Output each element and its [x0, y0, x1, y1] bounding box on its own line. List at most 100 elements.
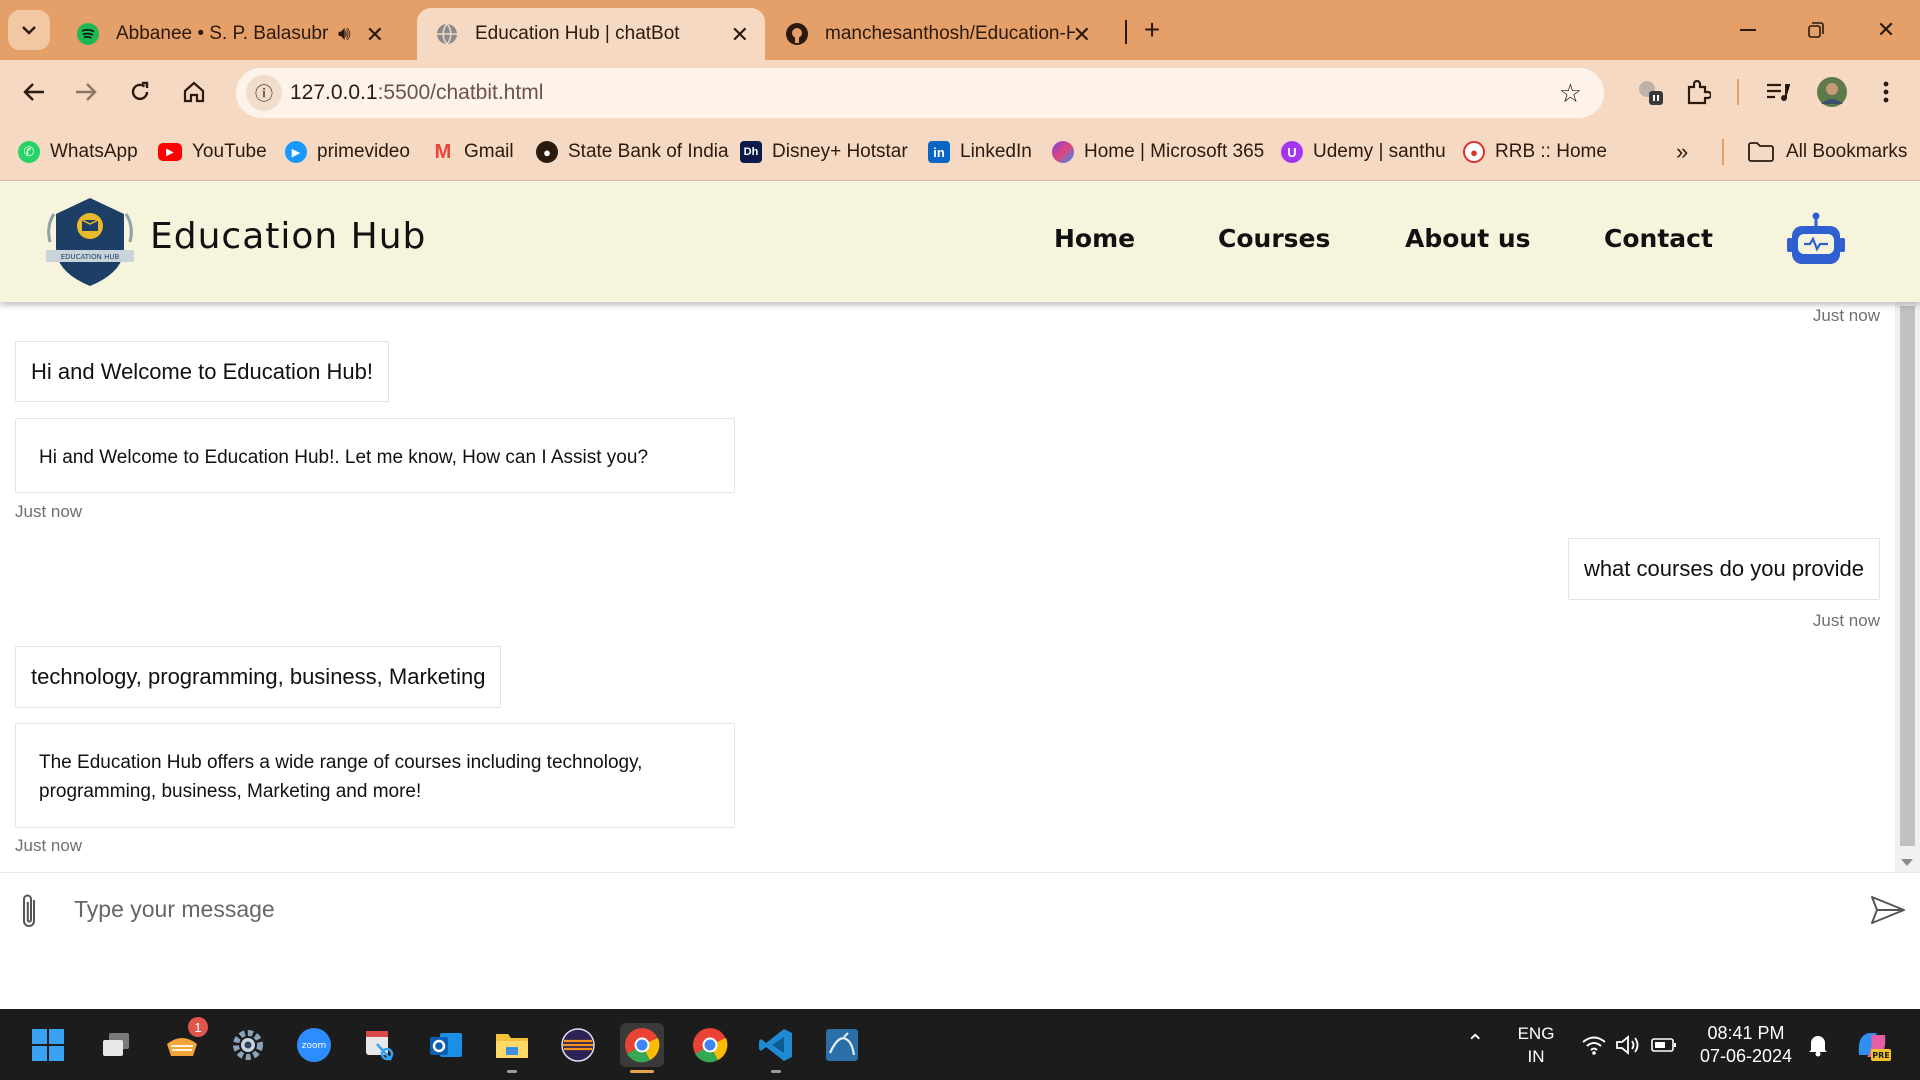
tab-github[interactable]: manchesanthosh/Education-Hub ✕ — [767, 8, 1107, 60]
linkedin-icon: in — [928, 141, 950, 163]
education-hub-logo[interactable]: EDUCATION HUB — [40, 196, 140, 288]
battery-icon[interactable] — [1642, 1023, 1686, 1067]
bookmarks-overflow-button[interactable]: » — [1676, 136, 1688, 168]
media-queue-icon[interactable] — [1758, 72, 1798, 112]
message-composer — [0, 872, 1920, 1009]
running-indicator — [771, 1070, 781, 1073]
bookmark-label: State Bank of India — [568, 141, 729, 162]
message-timestamp: Just now — [15, 836, 83, 855]
tab-separator — [1125, 20, 1127, 44]
chrome-taskbar-icon[interactable] — [620, 1023, 664, 1073]
nav-courses[interactable]: Courses — [1218, 224, 1330, 253]
bookmarks-bar: ✆ WhatsApp ▶ YouTube ▶ primevideo M Gmai… — [0, 123, 1920, 181]
restore-icon — [1808, 22, 1824, 38]
windows-logo-icon — [32, 1029, 64, 1061]
bookmark-label: YouTube — [192, 141, 267, 162]
forward-button[interactable] — [64, 70, 108, 114]
paperclip-icon[interactable] — [16, 891, 44, 931]
bookmark-udemy[interactable]: U Udemy | santhu — [1281, 136, 1446, 168]
scrollbar-thumb[interactable] — [1900, 306, 1915, 846]
profile-avatar[interactable] — [1812, 72, 1852, 112]
minimize-button[interactable] — [1728, 12, 1768, 48]
speaker-icon[interactable]: 🔊︎ — [338, 23, 351, 46]
bookmark-microsoft365[interactable]: Home | Microsoft 365 — [1052, 136, 1264, 168]
windows-taskbar: 1 zoom ⌃ ENG IN 08:41 PM 07-06-2024 PRE — [0, 1009, 1920, 1080]
all-bookmarks-button[interactable]: All Bookmarks — [1748, 136, 1907, 168]
bookmark-label: Gmail — [464, 141, 514, 162]
notifications-bell-icon[interactable] — [1796, 1023, 1840, 1067]
extension-paused-icon[interactable] — [1630, 72, 1670, 112]
browser-toolbar: ⓘ 127.0.0.1:5500/chatbit.html ☆ — [0, 60, 1920, 123]
extensions-puzzle-icon[interactable] — [1678, 72, 1718, 112]
home-button[interactable] — [172, 70, 216, 114]
bookmark-label: Udemy | santhu — [1313, 141, 1446, 162]
primevideo-icon: ▶ — [285, 141, 307, 163]
bookmark-label: primevideo — [317, 141, 410, 162]
tray-overflow-chevron-icon[interactable]: ⌃ — [1466, 1031, 1484, 1054]
tab-spotify[interactable]: Abbanee • S. P. Balasubrahmanyam 🔊︎ ✕ — [58, 8, 400, 60]
user-message: what courses do you provide — [1567, 538, 1880, 600]
tab-chatbot[interactable]: Education Hub | chatBot ✕ — [417, 8, 765, 60]
file-explorer-icon[interactable] — [490, 1023, 534, 1073]
nav-home[interactable]: Home — [1054, 224, 1135, 253]
outlook-icon[interactable] — [424, 1023, 468, 1067]
clock[interactable]: 08:41 PM 07-06-2024 — [1696, 1022, 1796, 1068]
message-input[interactable] — [74, 887, 1834, 931]
reload-button[interactable] — [118, 70, 162, 114]
site-brand-title[interactable]: Education Hub — [150, 216, 426, 257]
youtube-icon: ▶ — [158, 143, 182, 161]
bookmark-linkedin[interactable]: in LinkedIn — [928, 136, 1032, 168]
bookmark-hotstar[interactable]: Dh Disney+ Hotstar — [740, 136, 908, 168]
restore-button[interactable] — [1796, 12, 1836, 48]
language-indicator[interactable]: ENG IN — [1512, 1022, 1560, 1068]
nav-about-us[interactable]: About us — [1405, 224, 1531, 253]
chrome-profile-icon[interactable] — [688, 1023, 732, 1067]
copilot-icon[interactable]: PRE — [1850, 1023, 1894, 1067]
start-button[interactable] — [26, 1023, 70, 1067]
bookmark-rrb[interactable]: ● RRB :: Home — [1463, 136, 1607, 168]
chevron-down-icon — [22, 26, 36, 35]
bot-message: Hi and Welcome to Education Hub! — [15, 341, 389, 402]
address-bar[interactable]: ⓘ 127.0.0.1:5500/chatbit.html ☆ — [236, 68, 1604, 118]
chat-scrollbar[interactable] — [1895, 302, 1920, 872]
bookmarks-divider — [1722, 139, 1724, 165]
url-text[interactable]: 127.0.0.1:5500/chatbit.html — [290, 81, 543, 105]
settings-gear-icon[interactable] — [226, 1023, 270, 1067]
bookmark-primevideo[interactable]: ▶ primevideo — [285, 136, 410, 168]
chat-messages: Just now Hi and Welcome to Education Hub… — [0, 302, 1895, 872]
tab-title: Education Hub | chatBot — [475, 23, 680, 44]
browser-tab-strip: Abbanee • S. P. Balasubrahmanyam 🔊︎ ✕ Ed… — [0, 0, 1920, 60]
eclipse-icon[interactable] — [556, 1023, 600, 1067]
widgets-icon[interactable]: 1 — [160, 1017, 208, 1067]
task-view-icon[interactable] — [94, 1023, 138, 1067]
bookmark-whatsapp[interactable]: ✆ WhatsApp — [18, 136, 138, 168]
send-icon[interactable] — [1870, 895, 1906, 925]
copilot-badge: PRE — [1872, 1051, 1890, 1060]
minimize-icon — [1740, 29, 1756, 31]
mysql-workbench-icon[interactable] — [820, 1023, 864, 1067]
browser-menu-icon[interactable] — [1866, 72, 1906, 112]
scroll-down-arrow-icon[interactable] — [1901, 859, 1913, 866]
zoom-label: zoom — [302, 1041, 327, 1051]
bookmark-label: LinkedIn — [960, 141, 1032, 162]
close-tab-icon[interactable]: ✕ — [366, 22, 384, 48]
back-button[interactable] — [12, 70, 56, 114]
bookmark-gmail[interactable]: M Gmail — [432, 136, 514, 168]
new-tab-button[interactable]: + — [1132, 12, 1172, 48]
tab-search-button[interactable] — [8, 10, 50, 50]
snipping-tool-icon[interactable] — [358, 1023, 402, 1067]
bookmark-youtube[interactable]: ▶ YouTube — [158, 136, 267, 168]
globe-icon — [435, 22, 459, 46]
close-tab-icon[interactable]: ✕ — [1073, 22, 1091, 48]
vscode-icon[interactable] — [754, 1023, 798, 1073]
zoom-app-icon[interactable]: zoom — [292, 1023, 336, 1067]
bot-message: The Education Hub offers a wide range of… — [15, 723, 735, 828]
close-tab-icon[interactable]: ✕ — [731, 22, 749, 48]
bookmark-star-icon[interactable]: ☆ — [1559, 78, 1582, 109]
close-window-button[interactable]: ✕ — [1866, 12, 1906, 48]
chatbot-icon[interactable] — [1786, 212, 1846, 268]
bookmark-sbi[interactable]: ● State Bank of India — [536, 136, 729, 168]
bot-message: Hi and Welcome to Education Hub!. Let me… — [15, 418, 735, 493]
site-info-icon[interactable]: ⓘ — [246, 75, 282, 111]
nav-contact[interactable]: Contact — [1604, 224, 1713, 253]
